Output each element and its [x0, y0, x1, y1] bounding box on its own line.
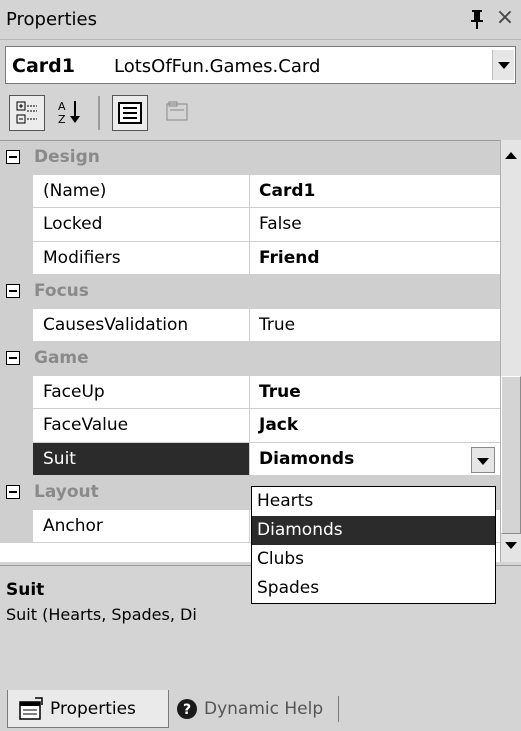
- category-label: Design: [34, 147, 100, 167]
- scroll-down-button[interactable]: [501, 532, 521, 560]
- property-row-name[interactable]: (Name) Card1: [0, 174, 500, 208]
- description-text: Suit (Hearts, Spades, Di: [6, 605, 197, 624]
- toolbar-separator: [98, 96, 100, 130]
- property-row-faceup[interactable]: FaceUp True: [0, 375, 500, 409]
- bottom-tab-bar: Properties ? Dynamic Help: [0, 686, 521, 731]
- collapse-icon[interactable]: [6, 284, 20, 298]
- chevron-down-icon: [498, 62, 510, 69]
- suit-dropdown-button[interactable]: [471, 446, 495, 473]
- collapse-icon[interactable]: [6, 351, 20, 365]
- object-selector-dropdown-button[interactable]: [492, 50, 514, 80]
- property-name: Suit: [33, 442, 250, 476]
- properties-window-icon: [19, 697, 43, 720]
- tab-separator: [338, 696, 339, 722]
- property-name: Locked: [33, 208, 250, 242]
- property-value[interactable]: Jack: [250, 409, 500, 443]
- option-hearts[interactable]: Hearts: [252, 487, 495, 516]
- option-clubs[interactable]: Clubs: [252, 545, 495, 574]
- window-titlebar: Properties ×: [0, 0, 521, 40]
- property-name: FaceValue: [33, 409, 250, 443]
- suit-dropdown-list[interactable]: Hearts Diamonds Clubs Spades: [251, 486, 496, 604]
- property-value[interactable]: True: [250, 309, 500, 342]
- close-icon[interactable]: ×: [494, 7, 516, 31]
- property-value[interactable]: Friend: [250, 242, 500, 275]
- properties-button[interactable]: [112, 95, 148, 131]
- properties-icon: [118, 102, 142, 124]
- tab-properties[interactable]: Properties: [7, 690, 169, 728]
- property-row-locked[interactable]: Locked False: [0, 208, 500, 242]
- alphabetical-button[interactable]: A Z: [52, 95, 88, 131]
- pin-icon[interactable]: [467, 7, 487, 31]
- option-spades[interactable]: Spades: [252, 574, 495, 603]
- tab-label: Dynamic Help: [204, 699, 324, 719]
- property-pages-button[interactable]: [160, 95, 196, 131]
- option-diamonds[interactable]: Diamonds: [252, 516, 495, 545]
- alphabetical-icon: A Z: [58, 100, 80, 126]
- property-value[interactable]: False: [250, 208, 500, 242]
- property-pages-icon: [166, 101, 188, 121]
- category-label: Game: [34, 348, 89, 368]
- categorized-icon: [16, 101, 37, 124]
- category-design[interactable]: Design: [0, 141, 500, 175]
- categorized-button[interactable]: [9, 95, 45, 131]
- chevron-down-icon: [505, 542, 517, 549]
- chevron-down-icon: [477, 457, 489, 465]
- property-row-facevalue[interactable]: FaceValue Jack: [0, 409, 500, 443]
- category-label: Focus: [34, 281, 89, 301]
- svg-text:?: ?: [183, 702, 191, 718]
- property-name: CausesValidation: [33, 308, 250, 342]
- collapse-icon[interactable]: [6, 485, 20, 499]
- property-row-modifiers[interactable]: Modifiers Friend: [0, 241, 500, 275]
- object-name: Card1: [12, 55, 75, 77]
- property-value[interactable]: Card1: [250, 175, 500, 208]
- svg-text:Z: Z: [58, 113, 66, 126]
- object-selector[interactable]: Card1 LotsOfFun.Games.Card: [5, 46, 516, 84]
- property-row-suit[interactable]: Suit Diamonds: [0, 442, 500, 476]
- property-name: FaceUp: [33, 375, 250, 409]
- property-row-causesvalidation[interactable]: CausesValidation True: [0, 308, 500, 342]
- help-icon: ?: [177, 699, 197, 719]
- category-label: Layout: [34, 482, 99, 502]
- category-game[interactable]: Game: [0, 342, 500, 376]
- svg-text:A: A: [58, 100, 66, 113]
- vertical-scrollbar[interactable]: [500, 140, 521, 562]
- description-title: Suit: [6, 580, 45, 600]
- property-name: Anchor: [33, 509, 250, 543]
- category-focus[interactable]: Focus: [0, 275, 500, 309]
- property-value[interactable]: True: [250, 376, 500, 409]
- object-type: LotsOfFun.Games.Card: [114, 56, 321, 77]
- tab-dynamic-help[interactable]: ? Dynamic Help: [170, 690, 340, 728]
- scroll-up-button[interactable]: [501, 142, 521, 170]
- window-title: Properties: [6, 9, 97, 30]
- collapse-icon[interactable]: [6, 150, 20, 164]
- chevron-up-icon: [505, 152, 517, 159]
- toolbar: A Z: [0, 88, 521, 138]
- property-value[interactable]: Diamonds: [250, 443, 500, 476]
- scroll-thumb[interactable]: [501, 376, 521, 534]
- tab-label: Properties: [50, 699, 136, 719]
- property-name: Modifiers: [33, 241, 250, 275]
- property-name: (Name): [33, 174, 250, 208]
